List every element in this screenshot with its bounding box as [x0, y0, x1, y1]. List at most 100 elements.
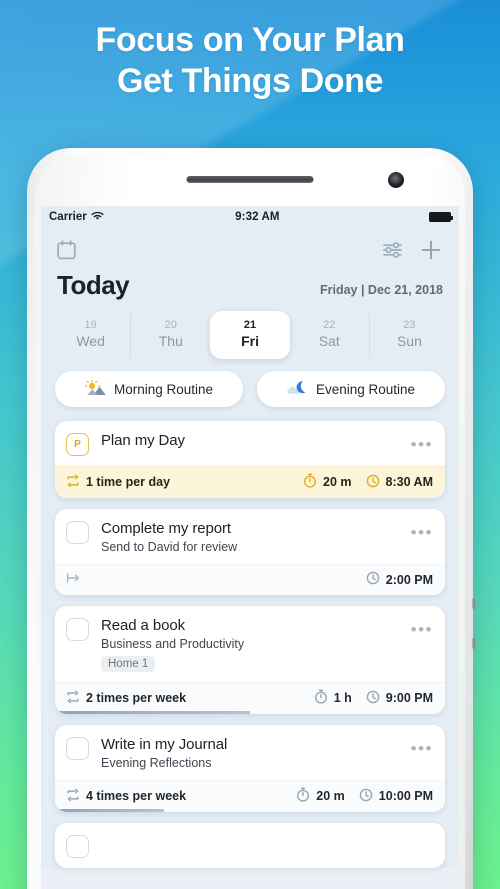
status-bar: Carrier 9:32 AM	[41, 206, 459, 228]
task-repeat-label: 2 times per week	[86, 691, 187, 705]
task-time: 8:30 AM	[366, 474, 433, 491]
stopwatch-icon	[303, 473, 317, 491]
promo-line-1: Focus on Your Plan	[95, 21, 405, 59]
repeat-icon	[66, 788, 80, 805]
task-progress-bar	[55, 711, 250, 714]
plus-icon[interactable]	[419, 238, 443, 262]
more-options-icon[interactable]: •••	[411, 520, 433, 541]
task-time-label: 2:00 PM	[385, 572, 433, 587]
evening-routine-label: Evening Routine	[315, 381, 416, 397]
date-number: 19	[84, 319, 97, 331]
morning-routine-label: Morning Routine	[113, 381, 214, 397]
more-options-icon[interactable]: •••	[411, 432, 433, 453]
clock-icon	[366, 571, 380, 588]
task-checkbox[interactable]	[66, 835, 89, 858]
task-duration-label: 20 m	[323, 475, 352, 489]
page-title: Today	[57, 270, 130, 300]
task-time-label: 9:00 PM	[385, 691, 433, 705]
repeat-icon	[66, 474, 80, 491]
clock-icon	[366, 474, 380, 491]
date-cell-sat[interactable]: 22 Sat	[290, 313, 369, 357]
task-time-label: 10:00 PM	[378, 789, 433, 803]
task-title: Write in my Journal	[101, 736, 228, 753]
task-meta-row: 1 time per day 20 m 8:30 AM	[55, 466, 445, 498]
current-date-label: Friday | Dec 21, 2018	[319, 283, 443, 297]
task-checkbox[interactable]	[66, 521, 89, 544]
task-meta-row: 2:00 PM	[55, 564, 445, 595]
task-meta-row: 2 times per week 1 h 9:00 PM	[55, 682, 445, 714]
phone-screen: Carrier 9:32 AM Today Friday | Dec 21, 2…	[41, 206, 459, 889]
task-card[interactable]	[55, 823, 445, 868]
task-duration-label: 1 h	[333, 691, 352, 705]
task-time: 9:00 PM	[366, 690, 433, 707]
phone-mockup: Carrier 9:32 AM Today Friday | Dec 21, 2…	[27, 148, 475, 889]
task-checkbox[interactable]	[66, 737, 89, 760]
moon-icon	[287, 380, 308, 399]
volume-up-button[interactable]	[472, 598, 475, 609]
task-card[interactable]: Complete my report Send to David for revi…	[55, 509, 445, 595]
status-time: 9:32 AM	[235, 211, 280, 223]
task-time: 2:00 PM	[366, 571, 433, 588]
date-weekday: Thu	[158, 333, 183, 349]
task-repeat-label: 1 time per day	[86, 475, 171, 489]
battery-full-icon	[429, 212, 453, 222]
date-weekday: Wed	[76, 333, 105, 349]
promo-headline: Focus on Your Plan Get Things Done	[0, 20, 500, 103]
date-number: 23	[403, 319, 416, 331]
date-strip: 19 Wed 20 Thu 21 Fri 22 Sat 23 Sun	[41, 311, 459, 365]
task-subtitle: Send to David for review	[101, 540, 238, 554]
date-weekday: Sun	[396, 333, 422, 349]
task-duration: 1 h	[314, 689, 352, 707]
task-card[interactable]: P Plan my Day ••• 1 time per day 20 m 8:30 AM	[55, 421, 445, 498]
task-title: Read a book	[101, 617, 185, 634]
task-checkbox[interactable]	[66, 618, 89, 641]
earpiece-speaker	[186, 176, 314, 183]
task-time: 10:00 PM	[359, 788, 433, 805]
stopwatch-icon	[296, 787, 310, 805]
task-title: Complete my report	[101, 520, 231, 537]
date-number: 21	[243, 319, 257, 331]
task-duration: 20 m	[296, 787, 345, 805]
task-duration-label: 20 m	[316, 789, 345, 803]
task-card[interactable]: Write in my Journal Evening Reflections ••…	[55, 725, 445, 812]
task-title: Plan my Day	[101, 432, 185, 449]
date-cell-thu[interactable]: 20 Thu	[130, 313, 210, 357]
date-cell-fri[interactable]: 21 Fri	[210, 311, 290, 359]
routine-buttons: Morning Routine Evening Routine	[41, 365, 459, 417]
task-meta-row: 4 times per week 20 m 10:00 PM	[55, 780, 445, 812]
stopwatch-icon	[314, 689, 328, 707]
carrier-label: Carrier	[49, 211, 87, 223]
deadline-arrow-icon	[66, 572, 81, 587]
more-options-icon[interactable]: •••	[411, 736, 433, 757]
date-number: 20	[164, 319, 177, 331]
task-subtitle: Evening Reflections	[101, 756, 212, 770]
clock-icon	[359, 788, 373, 805]
repeat-icon	[66, 690, 80, 707]
morning-routine-button[interactable]: Morning Routine	[55, 371, 243, 407]
task-time-label: 8:30 AM	[385, 475, 433, 489]
task-tag[interactable]: Home 1	[101, 656, 156, 672]
calendar-icon[interactable]	[57, 240, 76, 260]
date-cell-sun[interactable]: 23 Sun	[368, 313, 449, 357]
sunrise-icon	[84, 379, 106, 399]
task-list: P Plan my Day ••• 1 time per day 20 m 8:30 AM…	[41, 417, 459, 868]
task-repeat-label: 4 times per week	[86, 789, 187, 803]
evening-routine-button[interactable]: Evening Routine	[257, 371, 445, 407]
promo-line-2: Get Things Done	[116, 62, 383, 101]
task-subtitle: Business and Productivity	[101, 637, 245, 651]
volume-down-button[interactable]	[472, 638, 475, 649]
task-priority-badge[interactable]: P	[66, 433, 89, 456]
more-options-icon[interactable]: •••	[411, 617, 433, 638]
wifi-icon	[91, 211, 104, 224]
sliders-filter-icon[interactable]	[382, 241, 403, 259]
date-cell-wed[interactable]: 19 Wed	[51, 313, 130, 357]
date-weekday: Fri	[241, 333, 259, 349]
front-camera	[388, 172, 404, 188]
date-weekday: Sat	[318, 333, 340, 349]
task-card[interactable]: Read a book Business and Productivity Home…	[55, 606, 445, 714]
app-header: Today Friday | Dec 21, 2018	[41, 228, 459, 313]
clock-icon	[366, 690, 380, 707]
task-progress-bar	[55, 809, 165, 812]
date-number: 22	[323, 319, 336, 331]
task-duration: 20 m	[303, 473, 352, 491]
